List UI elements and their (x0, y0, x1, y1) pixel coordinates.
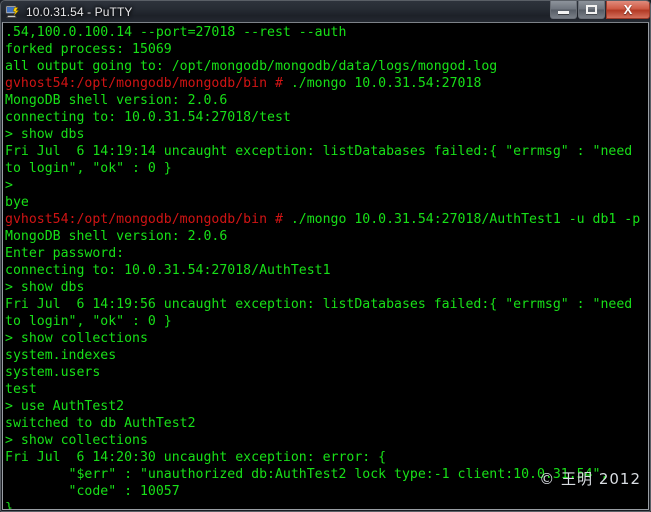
terminal-text: .54,100.0.100.14 --port=27018 --rest --a… (5, 25, 347, 40)
terminal-text: connecting to: 10.0.31.54:27018/AuthTest… (5, 263, 331, 278)
terminal-line: to login", "ok" : 0 } (4, 313, 648, 330)
terminal-line: switched to db AuthTest2 (4, 415, 648, 432)
terminal-line: > show dbs (4, 279, 648, 296)
terminal-line: MongoDB shell version: 2.0.6 (4, 228, 648, 245)
terminal-text: > use AuthTest2 (5, 399, 125, 414)
shell-prompt: gvhost54:/opt/mongodb/mongodb/bin # (5, 76, 291, 91)
terminal-text: MongoDB shell version: 2.0.6 (5, 229, 228, 244)
putty-window: 10.0.31.54 - PuTTY X .54,100.0.100.14 --… (0, 0, 651, 512)
terminal-text: system.users (5, 365, 101, 380)
terminal-text: "$err" : "unauthorized db:AuthTest2 lock… (5, 467, 609, 482)
terminal-text: test (5, 382, 37, 397)
terminal-line: system.users (4, 364, 648, 381)
terminal-text: Fri Jul 6 14:19:14 uncaught exception: l… (5, 144, 633, 159)
terminal-line: > show collections (4, 432, 648, 449)
terminal-text: > show collections (5, 331, 148, 346)
terminal-line: test (4, 381, 648, 398)
terminal-line: system.indexes (4, 347, 648, 364)
terminal-line: all output going to: /opt/mongodb/mongod… (4, 58, 648, 75)
terminal-text: > show dbs (5, 280, 85, 295)
close-button[interactable]: X (606, 1, 650, 19)
putty-computer-icon (5, 4, 21, 20)
terminal-text: Fri Jul 6 14:19:56 uncaught exception: l… (5, 297, 633, 312)
terminal-line: .54,100.0.100.14 --port=27018 --rest --a… (4, 24, 648, 41)
terminal-line: > show collections (4, 330, 648, 347)
terminal-text: to login", "ok" : 0 } (5, 161, 172, 176)
minimize-button[interactable] (550, 1, 577, 19)
terminal-screen[interactable]: .54,100.0.100.14 --port=27018 --rest --a… (3, 23, 648, 509)
terminal-text: bye (5, 195, 29, 210)
terminal-text: MongoDB shell version: 2.0.6 (5, 93, 228, 108)
terminal-text: system.indexes (5, 348, 117, 363)
terminal-line: } (4, 500, 648, 509)
terminal-line: gvhost54:/opt/mongodb/mongodb/bin # ./mo… (4, 211, 648, 228)
window-title: 10.0.31.54 - PuTTY (26, 4, 133, 19)
terminal-text: ./mongo 10.0.31.54:27018 (290, 76, 482, 91)
terminal-text: all output going to: /opt/mongodb/mongod… (5, 59, 498, 74)
terminal-line: > (4, 177, 648, 194)
terminal-text: } (5, 501, 13, 509)
terminal-line: Fri Jul 6 14:19:14 uncaught exception: l… (4, 143, 648, 160)
terminal-text: > (5, 178, 13, 193)
terminal-line: bye (4, 194, 648, 211)
terminal-line: Fri Jul 6 14:19:56 uncaught exception: l… (4, 296, 648, 313)
maximize-icon (586, 5, 597, 14)
terminal-line: "code" : 10057 (4, 483, 648, 500)
terminal-line: > use AuthTest2 (4, 398, 648, 415)
terminal-text: "code" : 10057 (5, 484, 180, 499)
terminal-line: "$err" : "unauthorized db:AuthTest2 lock… (4, 466, 648, 483)
terminal-text: switched to db AuthTest2 (5, 416, 196, 431)
terminal-line: Enter password: (4, 245, 648, 262)
terminal-line: Fri Jul 6 14:20:30 uncaught exception: e… (4, 449, 648, 466)
minimize-icon (558, 10, 569, 14)
terminal-text: connecting to: 10.0.31.54:27018/test (5, 110, 291, 125)
terminal-text: Enter password: (5, 246, 125, 261)
title-bar[interactable]: 10.0.31.54 - PuTTY X (1, 1, 650, 22)
terminal-line: gvhost54:/opt/mongodb/mongodb/bin # ./mo… (4, 75, 648, 92)
terminal-line: connecting to: 10.0.31.54:27018/test (4, 109, 648, 126)
terminal-line: > show dbs (4, 126, 648, 143)
terminal-text: > show collections (5, 433, 148, 448)
maximize-button[interactable] (578, 1, 605, 19)
terminal-text: to login", "ok" : 0 } (5, 314, 172, 329)
terminal-line: connecting to: 10.0.31.54:27018/AuthTest… (4, 262, 648, 279)
terminal-text: ./mongo 10.0.31.54:27018/AuthTest1 -u db… (290, 212, 641, 227)
terminal-frame: .54,100.0.100.14 --port=27018 --rest --a… (2, 22, 649, 510)
shell-prompt: gvhost54:/opt/mongodb/mongodb/bin # (5, 212, 291, 227)
window-controls: X (549, 1, 650, 21)
terminal-line: to login", "ok" : 0 } (4, 160, 648, 177)
terminal-line: forked process: 15069 (4, 41, 648, 58)
terminal-text: > show dbs (5, 127, 85, 142)
terminal-text: forked process: 15069 (5, 42, 172, 57)
terminal-text: Fri Jul 6 14:20:30 uncaught exception: e… (5, 450, 387, 465)
close-icon: X (623, 2, 633, 17)
terminal-line: MongoDB shell version: 2.0.6 (4, 92, 648, 109)
